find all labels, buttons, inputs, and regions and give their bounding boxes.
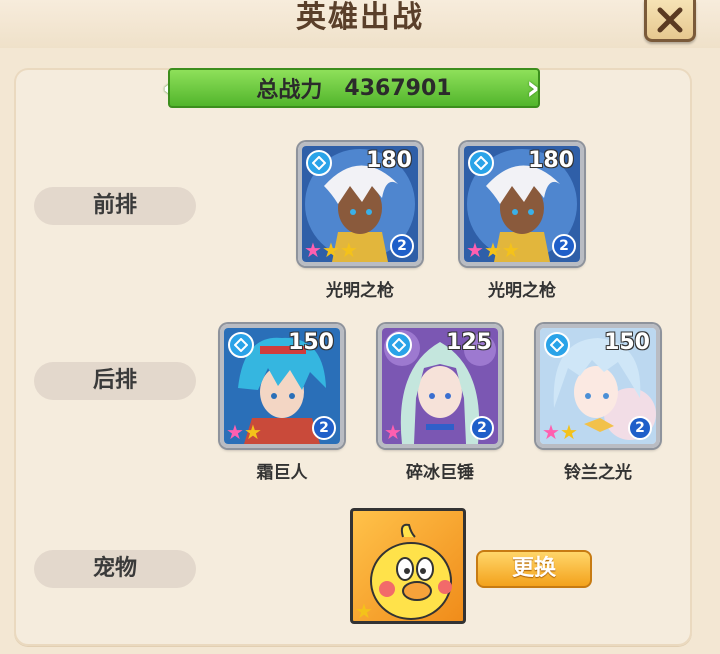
hero-name: 光明之枪 <box>488 281 556 301</box>
star-icon: ★ <box>339 238 358 262</box>
hero-level: 150 <box>604 330 650 355</box>
star-icon: ★ <box>559 420 578 444</box>
star-rating: ★ <box>384 422 402 442</box>
star-icon: ★ <box>384 420 402 444</box>
total-power-banner: 总战力 4367901 <box>168 68 540 108</box>
hero-card-front-1[interactable]: 180 ★ ★ ★ 2 <box>298 142 422 266</box>
star-icon: ★ <box>542 420 560 444</box>
star-icon: ★ <box>355 599 373 623</box>
star-rating: ★ ★ ★ <box>304 240 358 260</box>
hero-level: 125 <box>446 330 492 355</box>
tier-badge: 2 <box>628 416 652 440</box>
swap-pet-button[interactable]: 更换 <box>476 550 592 588</box>
tier-badge: 2 <box>390 234 414 258</box>
page-title: 英雄出战 <box>296 0 424 35</box>
star-icon: ★ <box>243 420 262 444</box>
row-label-pet: 宠物 <box>34 550 196 588</box>
row-label-front: 前排 <box>34 187 196 225</box>
element-badge-icon <box>544 332 570 358</box>
hero-card-back-3[interactable]: 150 ★ ★ 2 <box>536 324 660 448</box>
hero-level: 150 <box>288 330 334 355</box>
hero-name: 光明之枪 <box>326 281 394 301</box>
element-badge-icon <box>468 150 494 176</box>
star-icon: ★ <box>466 238 484 262</box>
hero-name: 霜巨人 <box>256 463 308 483</box>
pet-card[interactable]: ★ <box>350 508 466 624</box>
star-rating: ★ ★ <box>542 422 578 442</box>
star-icon: ★ <box>304 238 322 262</box>
star-icon: ★ <box>226 420 244 444</box>
hero-name: 碎冰巨锤 <box>406 463 474 483</box>
close-icon <box>657 7 683 32</box>
element-badge-icon <box>386 332 412 358</box>
row-label-back: 后排 <box>34 362 196 400</box>
element-badge-icon <box>306 150 332 176</box>
hero-level: 180 <box>528 148 574 173</box>
element-badge-icon <box>228 332 254 358</box>
tier-badge: 2 <box>470 416 494 440</box>
hero-card-back-2[interactable]: 125 ★ 2 <box>378 324 502 448</box>
close-button[interactable] <box>644 0 696 42</box>
chevron-right-icon: › <box>526 68 541 108</box>
hero-card-front-2[interactable]: 180 ★ ★ ★ 2 <box>460 142 584 266</box>
star-icon: ★ <box>501 238 520 262</box>
hero-card-back-1[interactable]: 150 ★ ★ 2 <box>220 324 344 448</box>
tier-badge: 2 <box>552 234 576 258</box>
star-icon: ★ <box>321 238 340 262</box>
total-power-value: 4367901 <box>344 75 452 101</box>
star-rating: ★ ★ ★ <box>466 240 520 260</box>
star-rating: ★ ★ <box>226 422 262 442</box>
star-icon: ★ <box>483 238 502 262</box>
tier-badge: 2 <box>312 416 336 440</box>
hero-name: 铃兰之光 <box>564 463 632 483</box>
total-power-label: 总战力 <box>256 78 323 103</box>
hero-level: 180 <box>366 148 412 173</box>
